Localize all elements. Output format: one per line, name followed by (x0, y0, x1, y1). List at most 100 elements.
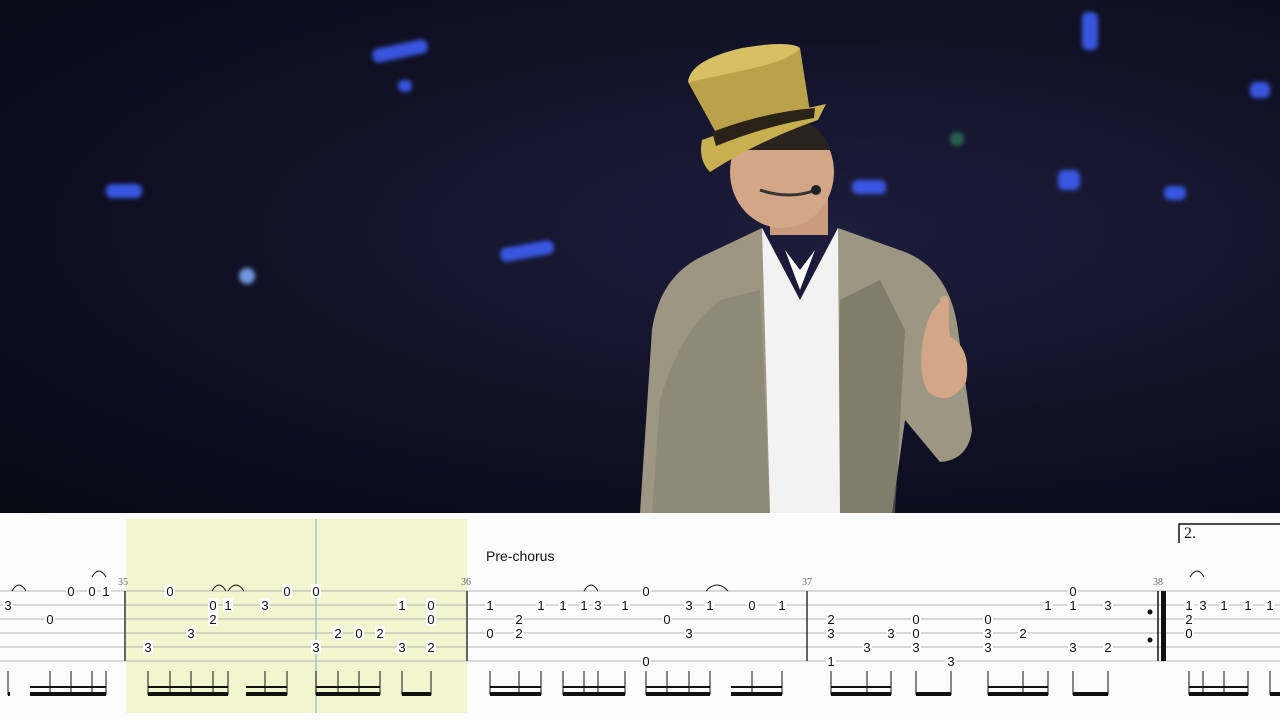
tab-note: 1 (1220, 598, 1227, 613)
tab-note: 1 (1185, 598, 1192, 613)
tab-note: 0 (642, 584, 649, 599)
beam-secondary (831, 686, 891, 688)
tab-note: 0 (984, 612, 991, 627)
beam-secondary (1189, 686, 1248, 688)
beam-secondary (563, 686, 625, 688)
measure-number: 37 (802, 577, 812, 588)
section-label: Pre-chorus (486, 548, 555, 564)
tab-note: 3 (984, 626, 991, 641)
playback-highlight (126, 519, 467, 713)
tab-note: 2 (827, 612, 834, 627)
tab-note: 0 (427, 598, 434, 613)
tie-arc (91, 570, 107, 578)
tab-note: 1 (621, 598, 628, 613)
beam (8, 692, 10, 696)
tab-note: 1 (559, 598, 566, 613)
beam (916, 692, 951, 696)
tab-note: 2 (515, 612, 522, 627)
tab-note: 3 (912, 640, 919, 655)
tab-note: 1 (398, 598, 405, 613)
tab-note: 0 (427, 612, 434, 627)
tab-note: 0 (209, 598, 216, 613)
beam (316, 692, 380, 696)
tab-note: 0 (355, 626, 362, 641)
tab-note: 2 (1185, 612, 1192, 627)
tab-note: 0 (312, 584, 319, 599)
tie-arc (705, 584, 729, 592)
tab-note: 3 (144, 640, 151, 655)
tab-note: 3 (685, 626, 692, 641)
repeat-dot (1147, 637, 1153, 643)
tab-note: 0 (748, 598, 755, 613)
beam-secondary (246, 686, 287, 688)
tab-note: 3 (863, 640, 870, 655)
tab-note: 1 (1244, 598, 1251, 613)
tab-note: 0 (67, 584, 74, 599)
performer (640, 44, 972, 513)
tab-note: 3 (984, 640, 991, 655)
tab-note: 2 (334, 626, 341, 641)
beam (246, 692, 287, 696)
tab-note: 3 (947, 654, 954, 669)
tab-note: 3 (827, 626, 834, 641)
video-frame (0, 0, 1280, 513)
tab-note: 1 (827, 654, 834, 669)
tab-note: 3 (887, 626, 894, 641)
tab-note: 3 (1199, 598, 1206, 613)
tab-note: 1 (1069, 598, 1076, 613)
tab-note: 1 (580, 598, 587, 613)
beam-secondary (490, 686, 541, 688)
tab-note: 3 (594, 598, 601, 613)
tab-note: 3 (685, 598, 692, 613)
tab-note: 0 (166, 584, 173, 599)
beam-secondary (646, 686, 710, 688)
tab-note: 1 (537, 598, 544, 613)
tab-note: 2 (376, 626, 383, 641)
tab-note: 1 (778, 598, 785, 613)
tab-note: 0 (88, 584, 95, 599)
tab-note: 2 (515, 626, 522, 641)
tab-note: 0 (1069, 584, 1076, 599)
tab-note: 2 (1019, 626, 1026, 641)
tab-note: 0 (642, 654, 649, 669)
beam (1073, 692, 1108, 696)
beam (490, 692, 541, 696)
beam (148, 692, 228, 696)
tie-arc (11, 584, 27, 592)
tab-note: 2 (427, 640, 434, 655)
beam-secondary (148, 686, 228, 688)
tab-note: 0 (46, 612, 53, 627)
tab-note: 1 (486, 598, 493, 613)
guitar-tab-panel: 3000130302130032021003212021113100033101… (0, 513, 1280, 720)
beam-secondary (316, 686, 380, 688)
repeat-bar-thick (1161, 591, 1166, 661)
tab-note: 3 (398, 640, 405, 655)
tab-note: 0 (912, 612, 919, 627)
tab-note: 2 (209, 612, 216, 627)
beam-secondary (988, 686, 1048, 688)
tab-note: 0 (663, 612, 670, 627)
beam (988, 692, 1048, 696)
beam (731, 692, 782, 696)
beam (1270, 692, 1280, 696)
beam (30, 692, 106, 696)
measure-number: 38 (1153, 577, 1163, 588)
repeat-dot (1147, 609, 1153, 615)
beam-secondary (30, 686, 106, 688)
tab-note: 1 (1044, 598, 1051, 613)
tie-arc (583, 584, 599, 592)
tab-note: 3 (187, 626, 194, 641)
tab-note: 0 (486, 626, 493, 641)
beam (1189, 692, 1248, 696)
tab-note: 3 (4, 598, 11, 613)
tab-note: 0 (912, 626, 919, 641)
tab-note: 0 (1185, 626, 1192, 641)
tab-note: 1 (706, 598, 713, 613)
ending-label: 2. (1184, 525, 1196, 542)
tab-note: 0 (283, 584, 290, 599)
beam (563, 692, 625, 696)
tab-note: 2 (1104, 640, 1111, 655)
tab-note: 1 (1266, 598, 1273, 613)
tab-staff: 3000 1303021 30 032 0 21 003 2120 21 1 1 3 1000331 0 1… (0, 519, 1280, 713)
beam (646, 692, 710, 696)
